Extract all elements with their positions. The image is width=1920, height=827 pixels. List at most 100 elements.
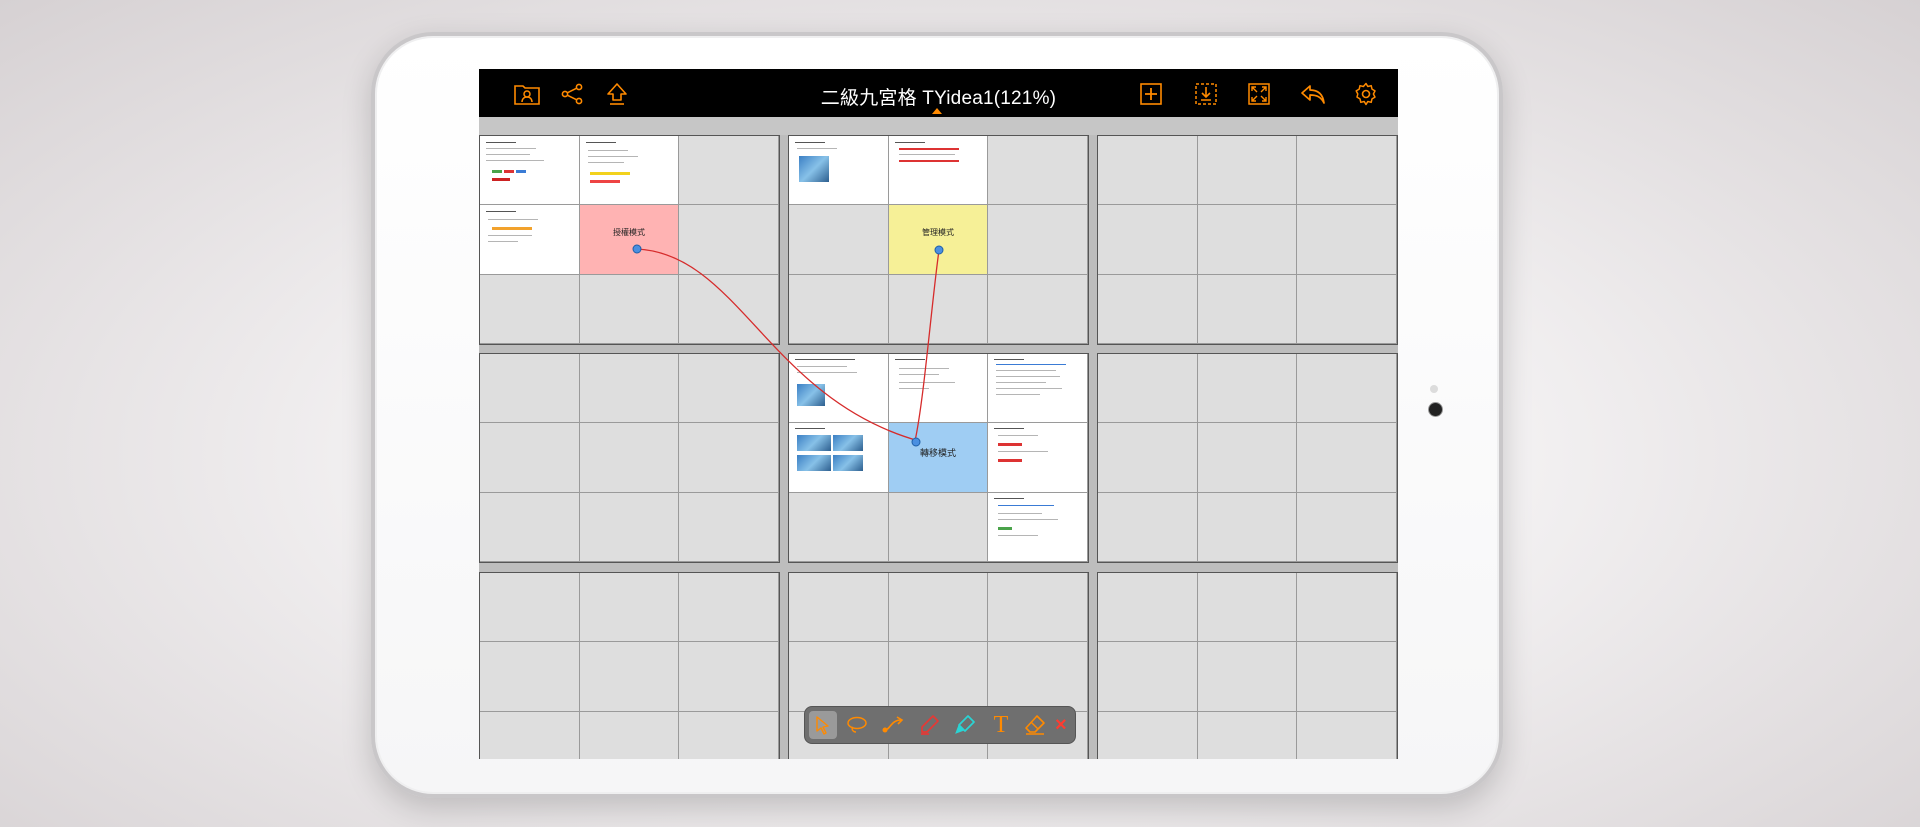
empty-cell[interactable] bbox=[1098, 423, 1198, 493]
close-icon[interactable]: × bbox=[1055, 713, 1067, 737]
grid-block[interactable]: 授權模式 bbox=[479, 135, 780, 345]
page-thumbnail[interactable] bbox=[579, 136, 680, 206]
empty-cell[interactable] bbox=[679, 205, 779, 275]
home-button[interactable] bbox=[1429, 403, 1442, 416]
empty-cell[interactable] bbox=[480, 354, 580, 424]
grid-block[interactable] bbox=[1097, 572, 1398, 759]
empty-cell[interactable] bbox=[579, 492, 680, 562]
empty-cell[interactable] bbox=[888, 642, 989, 712]
add-icon[interactable] bbox=[1136, 79, 1166, 109]
empty-cell[interactable] bbox=[1197, 492, 1298, 562]
page-thumbnail[interactable] bbox=[988, 354, 1088, 424]
empty-cell[interactable] bbox=[1098, 205, 1198, 275]
undo-icon[interactable] bbox=[1298, 79, 1328, 109]
empty-cell[interactable] bbox=[1197, 642, 1298, 712]
empty-cell[interactable] bbox=[1197, 354, 1298, 424]
empty-cell[interactable] bbox=[1098, 136, 1198, 206]
empty-cell[interactable] bbox=[579, 642, 680, 712]
empty-cell[interactable] bbox=[480, 274, 580, 344]
empty-cell[interactable] bbox=[1198, 711, 1298, 759]
connector-icon[interactable] bbox=[879, 711, 907, 739]
empty-cell[interactable] bbox=[679, 492, 779, 562]
empty-cell[interactable] bbox=[888, 274, 989, 344]
empty-cell[interactable] bbox=[1297, 492, 1397, 562]
empty-cell[interactable] bbox=[789, 642, 889, 712]
empty-cell[interactable] bbox=[1098, 354, 1198, 424]
page-thumbnail[interactable] bbox=[789, 354, 889, 424]
export-icon[interactable] bbox=[1191, 79, 1221, 109]
page-thumbnail[interactable] bbox=[480, 136, 580, 206]
page-thumbnail[interactable] bbox=[988, 423, 1088, 493]
card-authorization[interactable]: 授權模式 bbox=[579, 205, 680, 275]
empty-cell[interactable] bbox=[579, 354, 680, 424]
empty-cell[interactable] bbox=[789, 274, 889, 344]
empty-cell[interactable] bbox=[679, 711, 779, 759]
empty-cell[interactable] bbox=[679, 642, 779, 712]
empty-cell[interactable] bbox=[1098, 711, 1198, 759]
eraser-icon[interactable] bbox=[1021, 711, 1049, 739]
empty-cell[interactable] bbox=[1197, 274, 1298, 344]
page-thumbnail[interactable] bbox=[480, 205, 580, 275]
empty-cell[interactable] bbox=[1197, 136, 1298, 206]
page-thumbnail[interactable] bbox=[888, 354, 989, 424]
empty-cell[interactable] bbox=[789, 205, 889, 275]
card-management[interactable]: 管理模式 bbox=[888, 205, 989, 275]
empty-cell[interactable] bbox=[1098, 642, 1198, 712]
empty-cell[interactable] bbox=[1297, 423, 1397, 493]
page-thumbnail[interactable] bbox=[789, 423, 889, 493]
empty-cell[interactable] bbox=[480, 573, 580, 643]
empty-cell[interactable] bbox=[988, 642, 1088, 712]
grid-block[interactable]: 管理模式 bbox=[788, 135, 1089, 345]
empty-cell[interactable] bbox=[888, 492, 989, 562]
settings-icon[interactable] bbox=[1351, 79, 1381, 109]
empty-cell[interactable] bbox=[1197, 423, 1298, 493]
empty-cell[interactable] bbox=[988, 573, 1088, 643]
grid-block-center[interactable]: 轉移模式 bbox=[788, 353, 1089, 563]
empty-cell[interactable] bbox=[579, 573, 680, 643]
page-thumbnail[interactable] bbox=[888, 136, 989, 206]
empty-cell[interactable] bbox=[579, 274, 680, 344]
grid-block[interactable] bbox=[1097, 135, 1398, 345]
empty-cell[interactable] bbox=[1098, 573, 1198, 643]
empty-cell[interactable] bbox=[580, 711, 680, 759]
empty-cell[interactable] bbox=[1297, 136, 1397, 206]
empty-cell[interactable] bbox=[679, 274, 779, 344]
empty-cell[interactable] bbox=[480, 423, 580, 493]
page-thumbnail[interactable] bbox=[988, 492, 1088, 562]
empty-cell[interactable] bbox=[988, 205, 1088, 275]
highlighter-icon[interactable] bbox=[951, 711, 979, 739]
empty-cell[interactable] bbox=[1297, 274, 1397, 344]
grid-block[interactable] bbox=[1097, 353, 1398, 563]
empty-cell[interactable] bbox=[1197, 205, 1298, 275]
grid-block[interactable] bbox=[479, 353, 780, 563]
empty-cell[interactable] bbox=[1197, 573, 1298, 643]
empty-cell[interactable] bbox=[789, 573, 889, 643]
empty-cell[interactable] bbox=[789, 492, 889, 562]
empty-cell[interactable] bbox=[1098, 492, 1198, 562]
nine-grid-board[interactable]: 授權模式 管理模式 轉移模式 bbox=[479, 135, 1398, 759]
select-pointer-icon[interactable] bbox=[809, 711, 837, 739]
text-tool-icon[interactable]: T bbox=[987, 711, 1015, 739]
empty-cell[interactable] bbox=[988, 274, 1088, 344]
grid-block[interactable] bbox=[479, 572, 780, 759]
empty-cell[interactable] bbox=[679, 354, 779, 424]
empty-cell[interactable] bbox=[1297, 711, 1397, 759]
lasso-icon[interactable] bbox=[843, 711, 871, 739]
empty-cell[interactable] bbox=[679, 423, 779, 493]
empty-cell[interactable] bbox=[1098, 274, 1198, 344]
fit-screen-icon[interactable] bbox=[1244, 79, 1274, 109]
empty-cell[interactable] bbox=[480, 492, 580, 562]
empty-cell[interactable] bbox=[480, 711, 580, 759]
empty-cell[interactable] bbox=[988, 136, 1088, 206]
empty-cell[interactable] bbox=[1297, 573, 1397, 643]
page-thumbnail[interactable] bbox=[789, 136, 889, 206]
card-transfer[interactable]: 轉移模式 bbox=[888, 423, 989, 493]
empty-cell[interactable] bbox=[888, 573, 989, 643]
empty-cell[interactable] bbox=[579, 423, 680, 493]
empty-cell[interactable] bbox=[1297, 354, 1397, 424]
empty-cell[interactable] bbox=[679, 136, 779, 206]
empty-cell[interactable] bbox=[679, 573, 779, 643]
empty-cell[interactable] bbox=[1297, 205, 1397, 275]
empty-cell[interactable] bbox=[1297, 642, 1397, 712]
red-pen-icon[interactable] bbox=[915, 711, 943, 739]
